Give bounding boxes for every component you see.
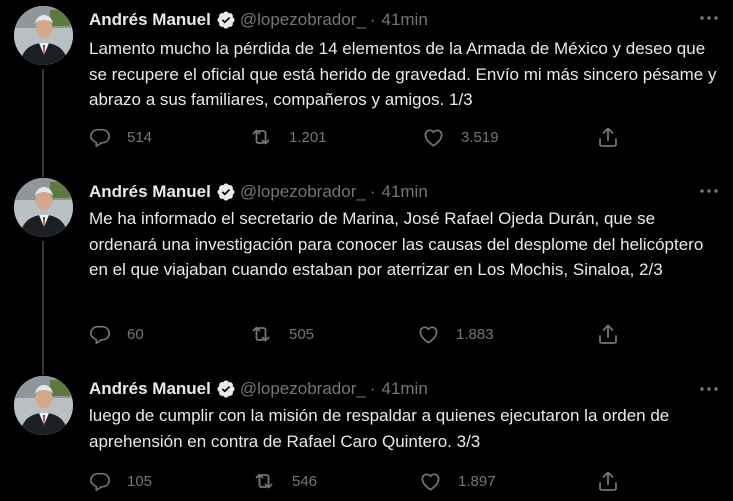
action-bar: 60 505 1.883 <box>89 322 629 346</box>
share-button[interactable] <box>596 125 620 149</box>
like-icon <box>417 323 440 346</box>
action-bar: 105 546 1.897 <box>89 469 629 493</box>
timestamp[interactable]: 41min <box>381 10 427 30</box>
retweet-button[interactable]: 505 <box>249 322 314 346</box>
share-button[interactable] <box>596 322 620 346</box>
avatar[interactable] <box>14 376 73 435</box>
reply-icon <box>89 323 111 345</box>
retweet-count: 546 <box>292 472 318 490</box>
like-button[interactable]: 3.519 <box>422 125 499 149</box>
author-name[interactable]: Andrés Manuel <box>89 10 211 30</box>
more-options-icon[interactable] <box>699 183 719 199</box>
reply-icon <box>89 470 111 492</box>
more-options-icon[interactable] <box>699 10 719 26</box>
retweet-count: 505 <box>289 325 315 343</box>
separator: · <box>369 379 376 398</box>
share-icon <box>596 469 620 493</box>
thread-line <box>42 69 44 177</box>
avatar[interactable] <box>14 6 73 65</box>
verified-badge-icon <box>216 10 236 30</box>
reply-button[interactable]: 514 <box>89 125 152 149</box>
verified-badge-icon <box>216 379 236 399</box>
like-count: 1.883 <box>456 325 494 343</box>
retweet-icon <box>249 125 273 149</box>
retweet-icon <box>249 322 273 346</box>
avatar[interactable] <box>14 178 73 237</box>
tweet-header: Andrés Manuel @lopezobrador_ · 41min <box>89 377 428 401</box>
reply-button[interactable]: 105 <box>89 469 152 493</box>
reply-count: 60 <box>127 325 144 343</box>
tweet-header: Andrés Manuel @lopezobrador_ · 41min <box>89 8 428 32</box>
thread-line <box>42 241 44 375</box>
reply-icon <box>89 126 111 148</box>
more-options-icon[interactable] <box>699 381 719 397</box>
author-name[interactable]: Andrés Manuel <box>89 379 211 399</box>
tweet-text: luego de cumplir con la misión de respal… <box>89 406 670 451</box>
tweet-text: Me ha informado el secretario de Marina,… <box>89 209 704 279</box>
verified-badge-icon <box>216 182 236 202</box>
timestamp[interactable]: 41min <box>381 379 427 399</box>
share-icon <box>596 125 620 149</box>
like-count: 3.519 <box>461 128 499 146</box>
separator: · <box>369 10 376 29</box>
retweet-count: 1.201 <box>289 128 327 146</box>
share-icon <box>596 322 620 346</box>
author-handle[interactable]: @lopezobrador_ <box>240 10 366 30</box>
share-button[interactable] <box>596 469 620 493</box>
like-count: 1.897 <box>458 472 496 490</box>
tweet-text: Lamento mucho la pérdida de 14 elementos… <box>89 39 717 109</box>
reply-count: 514 <box>127 128 153 146</box>
retweet-button[interactable]: 546 <box>252 469 317 493</box>
tweet-header: Andrés Manuel @lopezobrador_ · 41min <box>89 180 428 204</box>
author-name[interactable]: Andrés Manuel <box>89 182 211 202</box>
like-button[interactable]: 1.883 <box>417 322 494 346</box>
retweet-button[interactable]: 1.201 <box>249 125 327 149</box>
separator: · <box>369 182 376 201</box>
reply-count: 105 <box>127 472 153 490</box>
author-handle[interactable]: @lopezobrador_ <box>240 182 366 202</box>
like-icon <box>422 126 445 149</box>
like-icon <box>419 470 442 493</box>
like-button[interactable]: 1.897 <box>419 469 496 493</box>
retweet-icon <box>252 469 276 493</box>
reply-button[interactable]: 60 <box>89 322 144 346</box>
author-handle[interactable]: @lopezobrador_ <box>240 379 366 399</box>
timestamp[interactable]: 41min <box>381 182 427 202</box>
action-bar: 514 1.201 3.519 <box>89 125 629 149</box>
